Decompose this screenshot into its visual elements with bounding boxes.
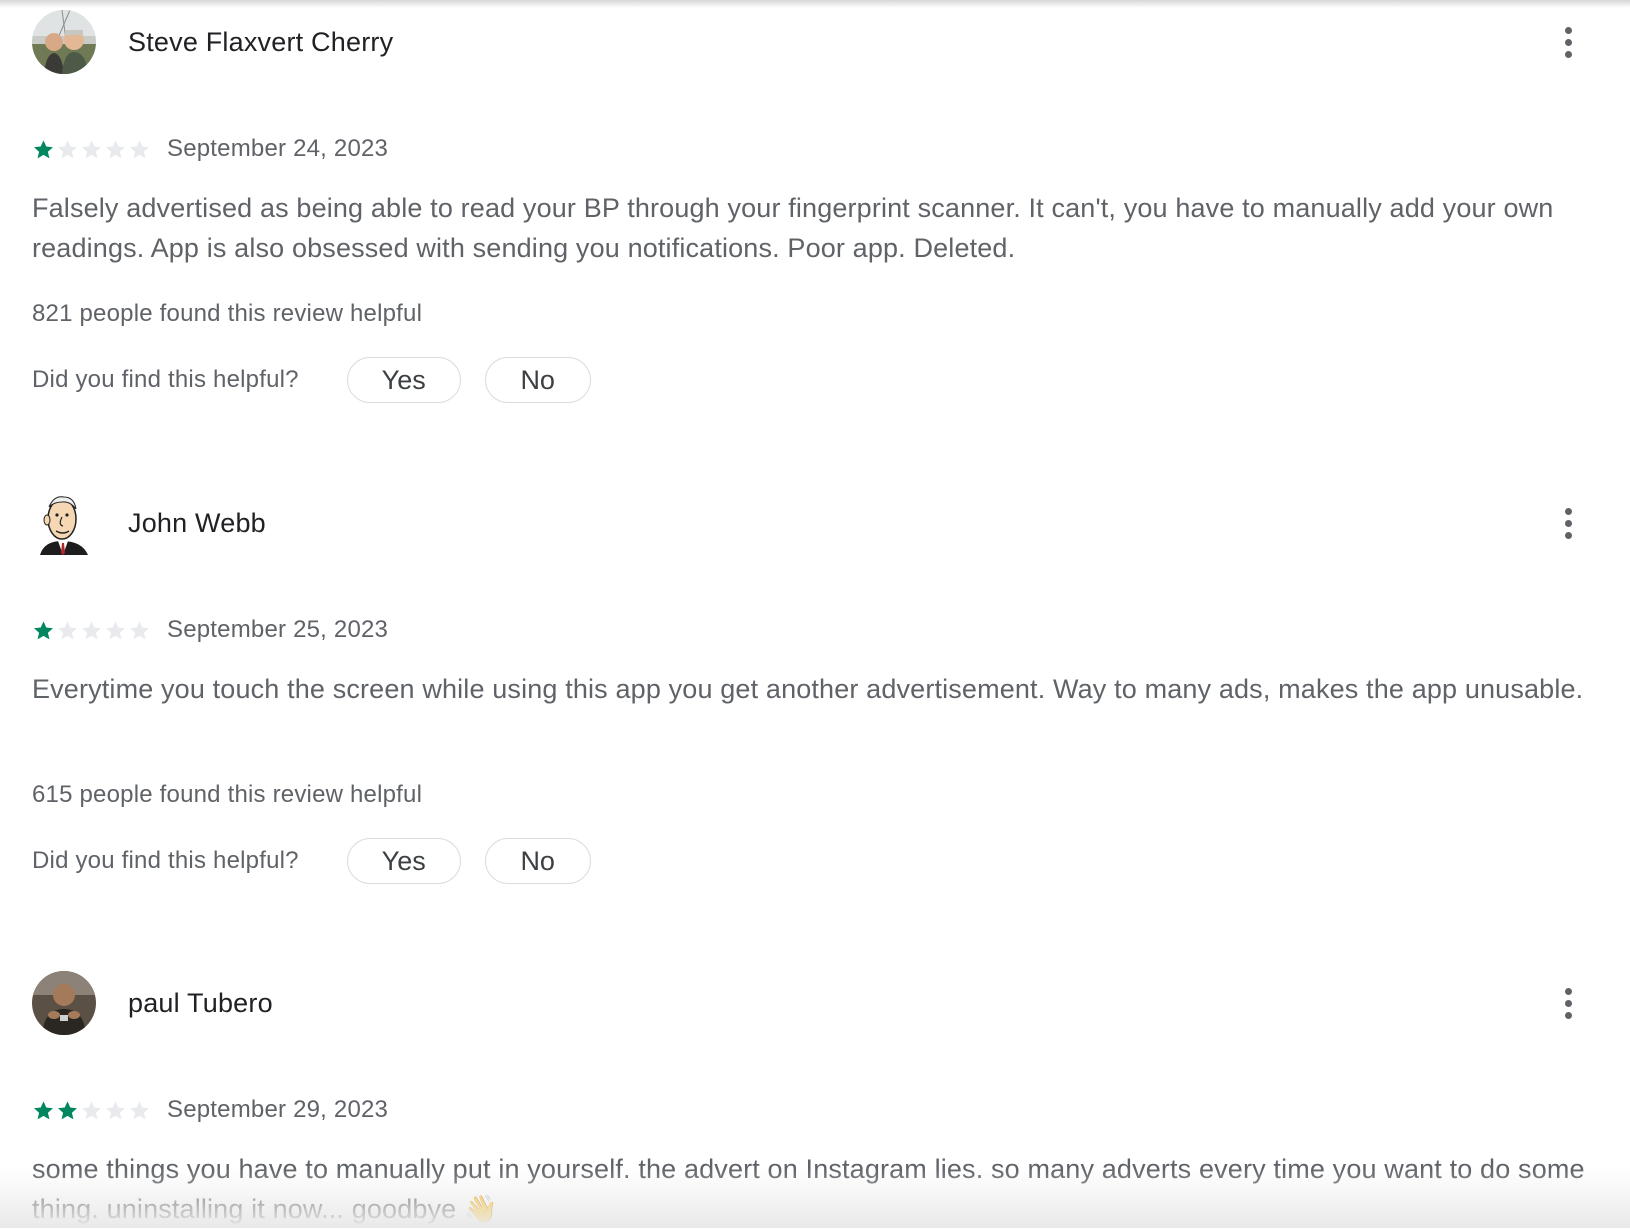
review-header: paul Tubero: [32, 971, 1592, 1035]
review-text: Everytime you touch the screen while usi…: [32, 674, 1584, 704]
more-vert-icon: [1564, 507, 1572, 515]
review-date: September 24, 2023: [167, 135, 389, 162]
star-empty-icon: [106, 139, 125, 158]
star-empty-icon: [82, 139, 101, 158]
helpful-no-button[interactable]: No: [484, 357, 591, 403]
helpful-count: 615 people found this review helpful: [32, 781, 423, 808]
star-empty-icon: [58, 139, 77, 158]
review-date: September 25, 2023: [167, 616, 389, 643]
review-text: Falsely advertised as being able to read…: [32, 193, 1554, 263]
rating-row: September 24, 2023: [32, 134, 388, 164]
top-scroll-shadow: [0, 0, 1630, 8]
helpful-feedback-row: Did you find this helpful? Yes No: [32, 356, 591, 404]
rating-row: September 25, 2023: [32, 615, 388, 645]
avatar[interactable]: [32, 10, 96, 74]
photo-avatar-person-icon: [32, 971, 96, 1035]
review-text-body: some things you have to manually put in …: [32, 1154, 1585, 1224]
avatar[interactable]: [32, 971, 96, 1035]
cartoon-man-avatar-icon: [32, 491, 96, 555]
star-filled-icon: [34, 1100, 53, 1119]
star-rating: [32, 138, 151, 161]
photo-avatar-two-people-icon: [32, 10, 96, 74]
review-card: Steve Flaxvert Cherry September 24, 2023…: [32, 10, 1592, 403]
review-date: September 29, 2023: [167, 1096, 389, 1123]
author-name: John Webb: [128, 508, 266, 538]
helpful-question: Did you find this helpful?: [32, 847, 299, 874]
star-empty-icon: [106, 1100, 125, 1119]
more-vert-icon: [1564, 26, 1572, 34]
more-options-button[interactable]: [1544, 979, 1592, 1027]
star-empty-icon: [106, 620, 125, 639]
review-card: paul Tubero September 29, 2023 some thin…: [32, 971, 1592, 1225]
star-empty-icon: [130, 139, 149, 158]
review-header: John Webb: [32, 491, 1592, 555]
star-rating: [32, 619, 151, 642]
helpful-yes-button[interactable]: Yes: [346, 838, 461, 884]
helpful-yes-button[interactable]: Yes: [346, 357, 461, 403]
more-vert-icon: [1564, 987, 1572, 995]
helpful-question: Did you find this helpful?: [32, 366, 299, 393]
helpful-no-button[interactable]: No: [484, 838, 591, 884]
review-card: John Webb September 25, 2023 Everytime y…: [32, 491, 1592, 884]
star-filled-icon: [34, 139, 53, 158]
star-rating: [32, 1099, 151, 1122]
author-name: paul Tubero: [128, 988, 273, 1018]
review-text: some things you have to manually put in …: [32, 1149, 1592, 1230]
author-name: Steve Flaxvert Cherry: [128, 27, 394, 57]
waving-hand-icon: 👋: [464, 1194, 498, 1225]
more-options-button[interactable]: [1544, 499, 1592, 547]
rating-row: September 29, 2023: [32, 1095, 388, 1125]
star-filled-icon: [34, 620, 53, 639]
star-empty-icon: [130, 1100, 149, 1119]
helpful-count: 821 people found this review helpful: [32, 300, 423, 327]
avatar[interactable]: [32, 491, 96, 555]
helpful-feedback-row: Did you find this helpful? Yes No: [32, 837, 591, 885]
review-header: Steve Flaxvert Cherry: [32, 10, 1592, 74]
star-empty-icon: [82, 620, 101, 639]
star-empty-icon: [82, 1100, 101, 1119]
star-filled-icon: [58, 1100, 77, 1119]
star-empty-icon: [130, 620, 149, 639]
star-empty-icon: [58, 620, 77, 639]
more-options-button[interactable]: [1544, 18, 1592, 66]
